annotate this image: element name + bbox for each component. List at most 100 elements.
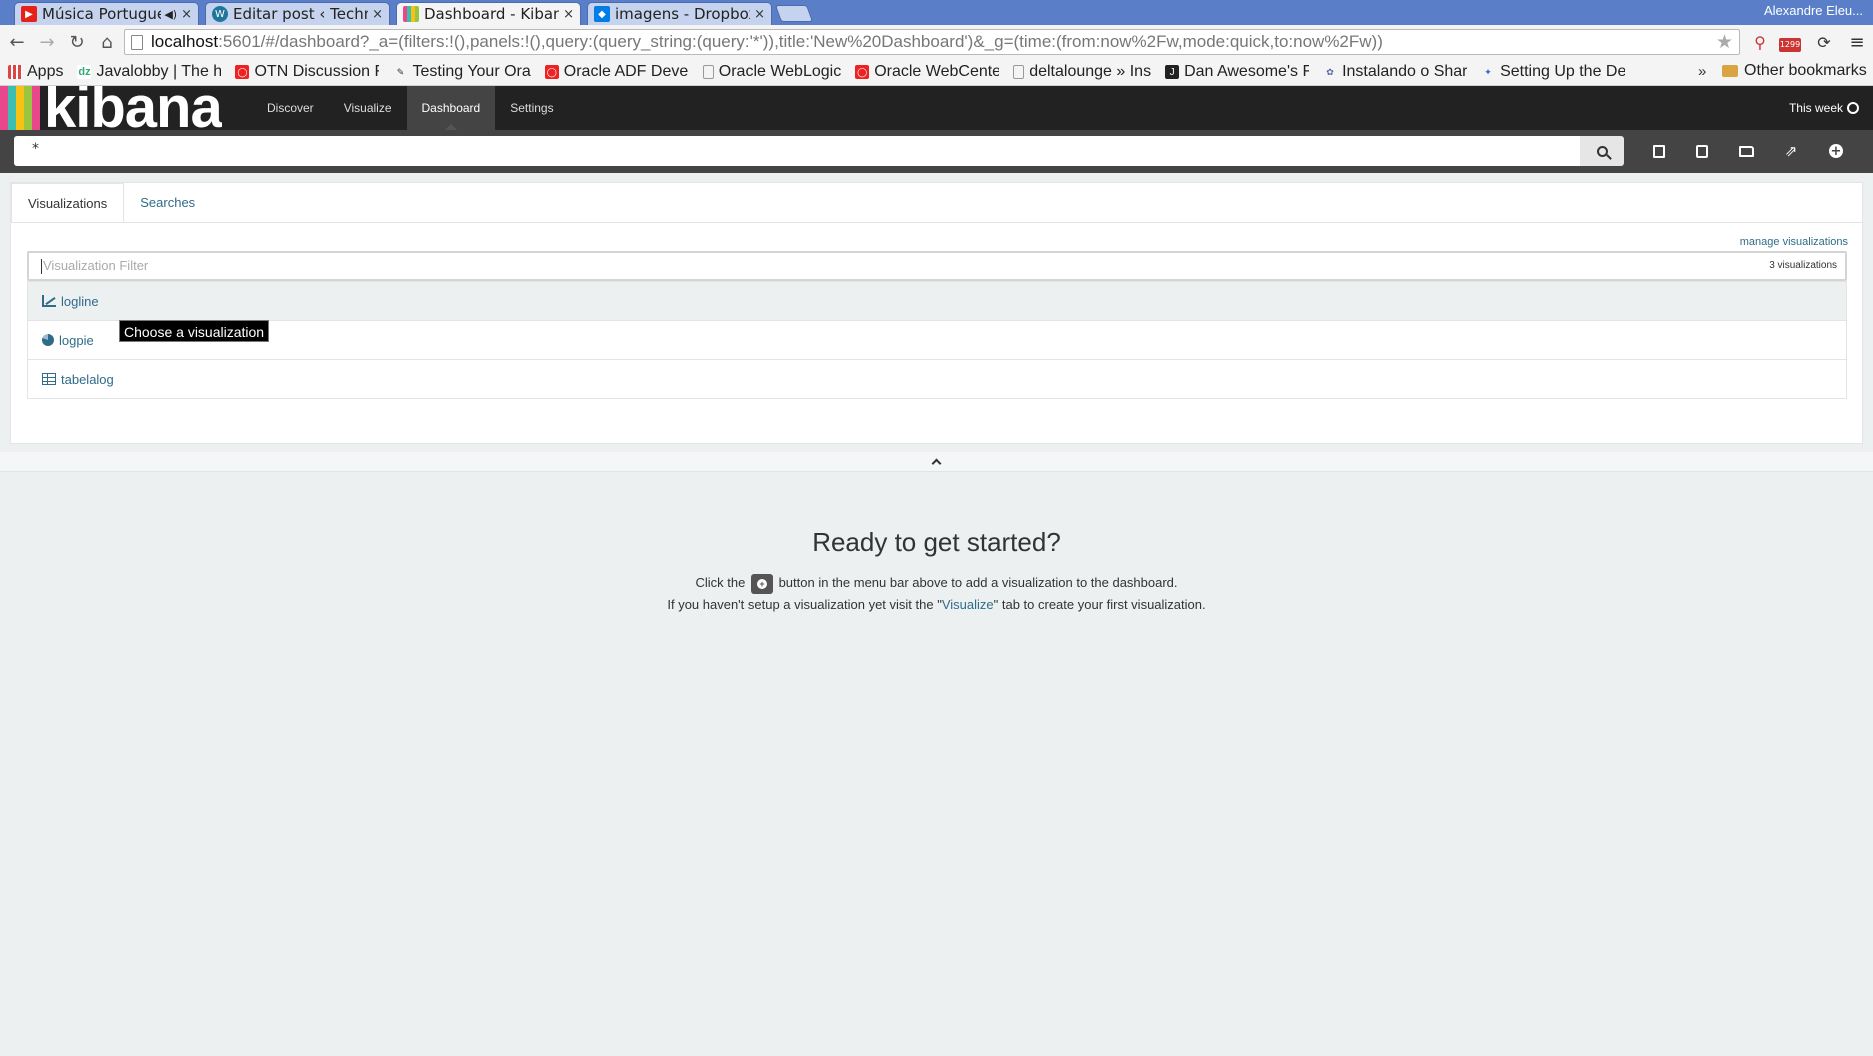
visualize-link[interactable]: Visualize	[942, 597, 994, 612]
page-icon	[131, 35, 143, 50]
bookmark-instalando[interactable]: ✿ Instalando o Shar	[1323, 63, 1467, 81]
bookmark-javalobby[interactable]: dz Javalobby | The h	[77, 63, 221, 81]
save-dashboard-button[interactable]	[1685, 136, 1719, 166]
plus-circle-icon: +	[756, 578, 767, 589]
bookmark-star-icon[interactable]: ★	[1716, 31, 1733, 54]
folder-open-icon	[1738, 145, 1754, 157]
bookmark-setting-up[interactable]: ✦ Setting Up the De	[1481, 63, 1625, 81]
logo-stripe	[16, 86, 24, 130]
bookmark-label: Testing Your Ora	[412, 63, 531, 80]
bookmark-label: Dan Awesome's F	[1184, 63, 1310, 80]
other-bookmarks-label: Other bookmarks	[1744, 62, 1867, 79]
close-icon[interactable]: ×	[181, 7, 192, 22]
home-icon[interactable]: ⌂	[94, 29, 120, 55]
plus-circle-icon: +	[1829, 143, 1843, 159]
kibana-logo[interactable]: kibana	[0, 86, 222, 130]
forward-icon[interactable]: →	[34, 29, 60, 55]
browser-tab-kibana[interactable]: Dashboard - Kibana ×	[396, 2, 581, 25]
text-after-link: " tab to create your first visualization…	[993, 597, 1206, 612]
add-visualization-button[interactable]: +	[1819, 136, 1853, 166]
list-item-label: tabelalog	[61, 371, 114, 387]
collapse-panel-handle[interactable]	[0, 452, 1873, 472]
list-item-label: logline	[61, 293, 99, 309]
list-item-label: logpie	[59, 332, 94, 348]
text-before-button: Click the	[695, 575, 746, 590]
dzone-icon: dz	[77, 65, 92, 79]
bookmarks-bar: Apps dz Javalobby | The h ◯ OTN Discussi…	[0, 59, 1873, 86]
browser-tab-dropbox[interactable]: ◆ imagens - Dropbox ×	[587, 2, 772, 25]
tab-label: Música Portugues	[42, 5, 162, 23]
list-item[interactable]: logpie	[28, 320, 1846, 359]
tooltip: Choose a visualization	[119, 320, 270, 342]
bookmark-testing[interactable]: ✎ Testing Your Ora	[393, 63, 531, 81]
nav-settings[interactable]: Settings	[495, 86, 568, 130]
search-button[interactable]	[1580, 136, 1624, 166]
tab-visualizations[interactable]: Visualizations	[11, 183, 125, 223]
address-bar[interactable]: localhost:5601/#/dashboard?_a=(filters:!…	[124, 29, 1740, 55]
reload-icon[interactable]: ↻	[64, 29, 90, 55]
gmail-badge: 1299	[1779, 38, 1801, 52]
back-icon[interactable]: ←	[4, 29, 30, 55]
speaker-icon[interactable]: ◀)	[164, 8, 177, 21]
clock-icon	[1847, 102, 1859, 114]
list-item[interactable]: tabelalog	[28, 359, 1846, 398]
inline-add-button: +	[750, 573, 773, 594]
apps-grid-icon	[8, 65, 22, 79]
time-picker[interactable]: This week	[1789, 86, 1859, 130]
manage-visualizations-link[interactable]: manage visualizations	[1740, 236, 1848, 248]
text-cursor	[41, 259, 42, 275]
share-dashboard-button[interactable]: ⇗	[1774, 136, 1808, 166]
visualization-filter-input[interactable]: Visualization Filter 3 visualizations	[27, 251, 1847, 281]
open-dashboard-button[interactable]	[1729, 136, 1763, 166]
bookmark-glyph-icon: ✦	[1484, 66, 1492, 77]
kibana-logo-text: kibana	[44, 86, 222, 130]
bookmark-webcenter[interactable]: ◯ Oracle WebCente	[855, 63, 999, 81]
folder-icon	[1722, 65, 1738, 77]
close-icon[interactable]: ×	[754, 7, 765, 22]
nav-visualize[interactable]: Visualize	[329, 86, 407, 130]
save-icon	[1696, 144, 1708, 158]
bookmark-otn[interactable]: ◯ OTN Discussion F	[235, 63, 379, 81]
nav-discover[interactable]: Discover	[252, 86, 329, 130]
kibana-logo-stripes	[0, 86, 40, 130]
bookmark-glyph-icon: ✎	[396, 66, 405, 77]
bookmark-adf[interactable]: ◯ Oracle ADF Devel	[544, 63, 689, 81]
share-icon: ⇗	[1784, 142, 1798, 160]
bookmark-dan-awesome[interactable]: J Dan Awesome's F	[1165, 63, 1309, 81]
browser-tab-musica[interactable]: ▶ Música Portugues ◀) ×	[14, 2, 199, 25]
logo-stripe	[8, 86, 16, 130]
location-pin-icon[interactable]: ⚲	[1748, 30, 1772, 54]
nav-dashboard[interactable]: Dashboard	[406, 86, 496, 130]
new-dashboard-button[interactable]	[1642, 136, 1676, 166]
bookmark-deltalounge[interactable]: deltalounge » Ins	[1013, 63, 1151, 81]
close-icon[interactable]: ×	[372, 7, 383, 22]
filter-placeholder: Visualization Filter	[43, 258, 149, 273]
bookmark-label: Oracle WebLogic	[718, 63, 842, 80]
logo-stripe	[0, 86, 8, 130]
bookmarks-overflow-icon[interactable]: »	[1698, 63, 1706, 80]
browser-toolbar: ← → ↻ ⌂ localhost:5601/#/dashboard?_a=(f…	[0, 25, 1873, 59]
tab-searches[interactable]: Searches	[124, 183, 211, 223]
menu-icon[interactable]: ≡	[1845, 30, 1869, 54]
other-bookmarks[interactable]: Other bookmarks	[1722, 62, 1867, 80]
list-item[interactable]: logline	[28, 281, 1846, 320]
search-icon	[1596, 145, 1608, 157]
kibana-navbar: kibana Discover Visualize Dashboard Sett…	[0, 86, 1873, 130]
profile-name[interactable]: Alexandre Eleu...	[1764, 3, 1863, 18]
dropbox-icon: ◆	[594, 6, 610, 22]
logo-stripe	[32, 86, 40, 130]
add-visualization-panel: Visualizations Searches manage visualiza…	[10, 182, 1863, 444]
close-icon[interactable]: ×	[563, 7, 574, 22]
sync-icon[interactable]: ⟳	[1812, 30, 1836, 54]
query-input[interactable]: *	[14, 136, 1580, 166]
text-before-link: If you haven't setup a visualization yet…	[667, 597, 942, 612]
gmail-icon[interactable]: 1299	[1778, 30, 1802, 54]
browser-tab-wordpress[interactable]: W Editar post ‹ Techno ×	[205, 2, 390, 25]
bookmark-weblogic[interactable]: Oracle WebLogic	[702, 63, 842, 81]
new-tab-button[interactable]	[774, 5, 814, 22]
bookmark-apps[interactable]: Apps	[8, 63, 63, 81]
pie-chart-icon	[42, 334, 54, 346]
getting-started-line-1: Click the + button in the menu bar above…	[0, 572, 1873, 594]
tab-label: Dashboard - Kibana	[424, 5, 560, 23]
bookmark-label: deltalounge » Ins	[1029, 63, 1152, 80]
